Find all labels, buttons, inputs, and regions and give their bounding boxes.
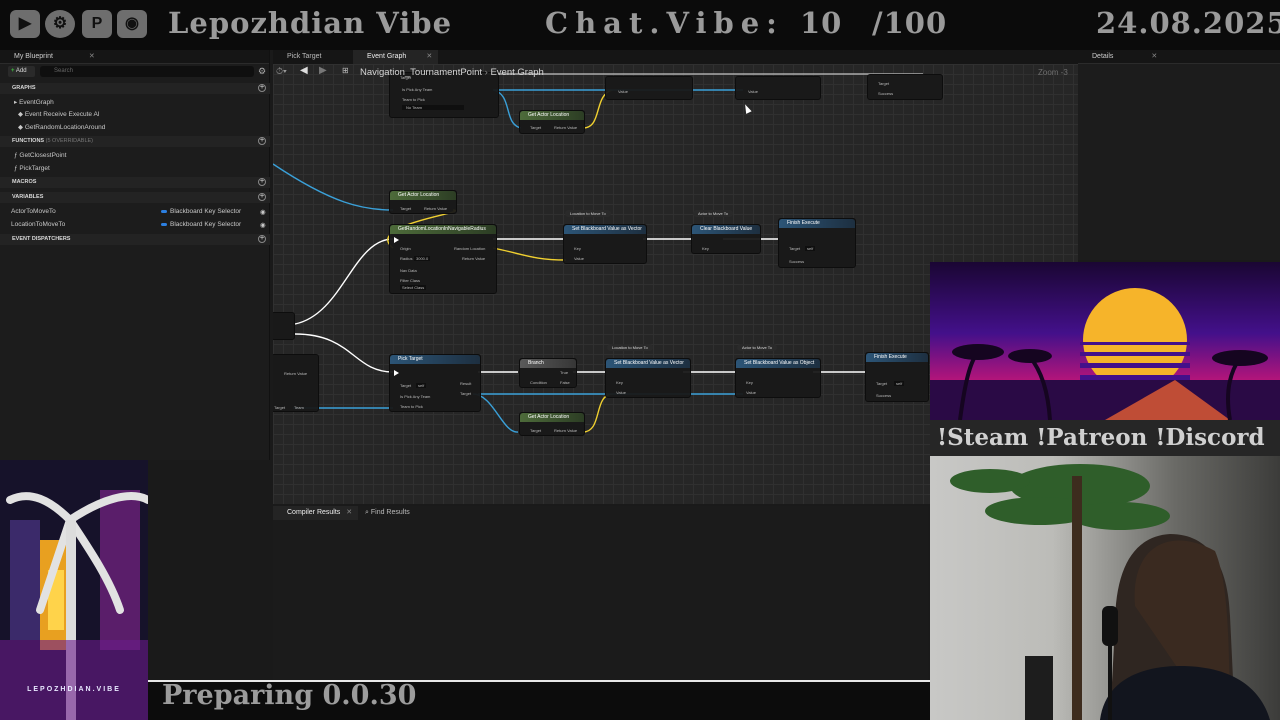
branch-node[interactable]: Branch Condition True False <box>519 358 577 388</box>
macros-section-header[interactable]: MACROS + <box>0 177 270 188</box>
variable-type-label: Blackboard Key Selector <box>161 208 241 215</box>
exec-pin[interactable] <box>394 237 399 243</box>
set-bb-object-node-top[interactable]: Value <box>735 76 821 100</box>
finish-execute-node-top[interactable]: Target Success <box>867 74 943 100</box>
date-display: 24.08.2025 <box>1096 6 1280 40</box>
variable-pin-icon <box>161 209 167 213</box>
visibility-eye-icon[interactable]: ◉ <box>260 221 266 229</box>
palm-art-overlay <box>0 460 148 720</box>
finish-execute-node[interactable]: Finish Execute Target self Success <box>778 218 856 268</box>
webcam-scene <box>950 464 1270 720</box>
close-icon[interactable]: ✕ <box>1151 53 1157 60</box>
tab-pick-target[interactable]: Pick Target <box>273 50 328 64</box>
details-header: Details ✕ <box>1078 50 1280 64</box>
get-actor-location-node-bottom[interactable]: Get Actor Location Target Return Value <box>519 412 585 436</box>
webcam-feed <box>930 456 1280 720</box>
forward-arrow-icon[interactable]: ▶ <box>319 65 327 76</box>
zoom-level: Zoom -3 <box>1038 68 1068 77</box>
get-random-location-node[interactable]: GetRandomLocationInNavigableRadius Origi… <box>389 224 497 294</box>
plus-icon: + <box>11 68 15 74</box>
my-blueprint-panel: My Blueprint ✕ + Add Search ⚙ GRAPHS + ▸ … <box>0 50 270 460</box>
sunset-art-overlay <box>930 262 1280 420</box>
add-dispatcher-icon[interactable]: + <box>258 235 266 243</box>
variable-item-actortomoveto[interactable]: ActorToMoveTo <box>11 208 56 215</box>
tab-compiler-results[interactable]: Compiler Results ✕ <box>273 506 359 520</box>
details-title[interactable]: Details <box>1092 53 1113 60</box>
set-bb-vector-node[interactable]: Set Blackboard Value as Vector Key Value <box>563 224 647 264</box>
breadcrumb-root[interactable]: Navigation_TournamentPoint <box>360 67 482 78</box>
patreon-icon: P <box>82 10 112 38</box>
socials-banner: !Steam !Patreon !Discord <box>930 420 1280 456</box>
graph-item-receive-execute[interactable]: ◆ Event Receive Execute AI <box>18 110 100 118</box>
variables-section-header[interactable]: VARIABLES + <box>0 192 270 203</box>
sunset-illustration <box>930 288 1280 420</box>
gear-icon[interactable]: ⚙ <box>258 66 266 77</box>
function-item-getclosestpoint[interactable]: ƒ GetClosestPoint <box>14 152 66 159</box>
chat-vibe-label: Chat.Vibe: <box>545 6 784 40</box>
search-input[interactable]: Search <box>40 66 254 77</box>
pick-target-node[interactable]: Pick Target Target self Is Pick Any Team… <box>389 354 481 412</box>
chat-vibe-max: /100 <box>872 6 948 40</box>
close-icon[interactable]: ✕ <box>89 53 95 60</box>
variable-type-label: Blackboard Key Selector <box>161 221 241 228</box>
brand-label: LEPOZHDIAN.VIBE <box>27 686 121 693</box>
sequence-node-partial[interactable] <box>273 312 295 340</box>
graphs-section-header[interactable]: GRAPHS + <box>0 83 270 94</box>
functions-section-header[interactable]: FUNCTIONS (5 OVERRIDABLE) + <box>0 136 270 147</box>
youtube-icon: ▶ <box>10 10 40 38</box>
panel-header: My Blueprint ✕ <box>0 50 269 64</box>
clear-bb-node[interactable]: Clear Blackboard Value Key <box>691 224 761 254</box>
dispatchers-section-header[interactable]: EVENT DISPATCHERS + <box>0 234 270 245</box>
graph-item-random-location[interactable]: ◆ GetRandomLocationAround <box>18 123 105 131</box>
partial-node-left[interactable]: Return Value Target Team <box>273 354 319 412</box>
search-placeholder: Search <box>54 68 74 74</box>
add-variable-icon[interactable]: + <box>258 193 266 201</box>
palm-illustration <box>0 460 148 720</box>
actor-to-move-to-getter[interactable]: Actor to Move To <box>693 210 733 217</box>
add-graph-icon[interactable]: + <box>258 84 266 92</box>
visibility-eye-icon[interactable]: ◉ <box>260 208 266 216</box>
breadcrumb-current[interactable]: Event Graph <box>490 67 543 78</box>
location-to-move-to-getter[interactable]: Location to Move To <box>607 344 653 351</box>
close-icon[interactable]: ✕ <box>426 53 432 60</box>
finish-execute-node-bottom[interactable]: Finish Execute Target self Success <box>865 352 929 402</box>
actor-to-move-to-getter[interactable]: Actor to Move To <box>737 344 777 351</box>
set-bb-vector-node-bottom[interactable]: Set Blackboard Value as Vector Key Value <box>605 358 691 398</box>
back-arrow-icon[interactable]: ◀ <box>300 65 308 76</box>
add-macro-icon[interactable]: + <box>258 178 266 186</box>
chevron-right-icon: › <box>484 67 488 78</box>
set-bb-object-node[interactable]: Set Blackboard Value as Object Key Value <box>735 358 821 398</box>
chat-vibe-value: 10 <box>800 6 843 40</box>
location-to-move-to-getter[interactable]: Location to Move To <box>565 210 611 217</box>
tab-find-results[interactable]: ⌕ Find Results <box>351 506 416 520</box>
set-bb-node-top[interactable]: Value <box>605 76 693 100</box>
add-button[interactable]: + Add <box>8 66 35 77</box>
function-item-picktarget[interactable]: ƒ PickTarget <box>14 165 50 172</box>
details-panel: Details ✕ <box>1078 50 1280 260</box>
steam-icon: ⚙ <box>45 10 75 38</box>
get-actor-location-node[interactable]: Get Actor Location Target Return Value <box>389 190 457 214</box>
panel-title: My Blueprint <box>14 53 53 60</box>
add-function-icon[interactable]: + <box>258 137 266 145</box>
variable-pin-icon <box>161 222 167 226</box>
pick-target-node-top[interactable]: Target Is Pick Any Team Team to Pick No … <box>389 72 499 118</box>
blueprint-graph-icon: ⊞ <box>342 66 349 75</box>
tab-event-graph[interactable]: Event Graph ✕ <box>353 50 439 64</box>
channel-name: Lepozhdian Vibe <box>168 6 453 40</box>
graph-item-eventgraph[interactable]: ▸ EventGraph <box>14 98 54 106</box>
discord-icon: ◉ <box>117 10 147 38</box>
bottom-results-panel: Compiler Results ✕ ⌕ Find Results <box>273 506 928 680</box>
breadcrumb: Navigation_TournamentPoint › Event Graph <box>360 67 544 78</box>
exec-pin[interactable] <box>394 370 399 376</box>
preparing-status: Preparing 0.0.30 <box>162 680 417 711</box>
history-dropdown-icon[interactable]: ⏱▾ <box>276 66 287 77</box>
variable-item-locationtomoveto[interactable]: LocationToMoveTo <box>11 221 65 228</box>
document-tab-bar: Pick Target Event Graph ✕ <box>273 50 1078 64</box>
get-actor-location-node-top[interactable]: Get Actor Location Target Return Value <box>519 110 585 134</box>
